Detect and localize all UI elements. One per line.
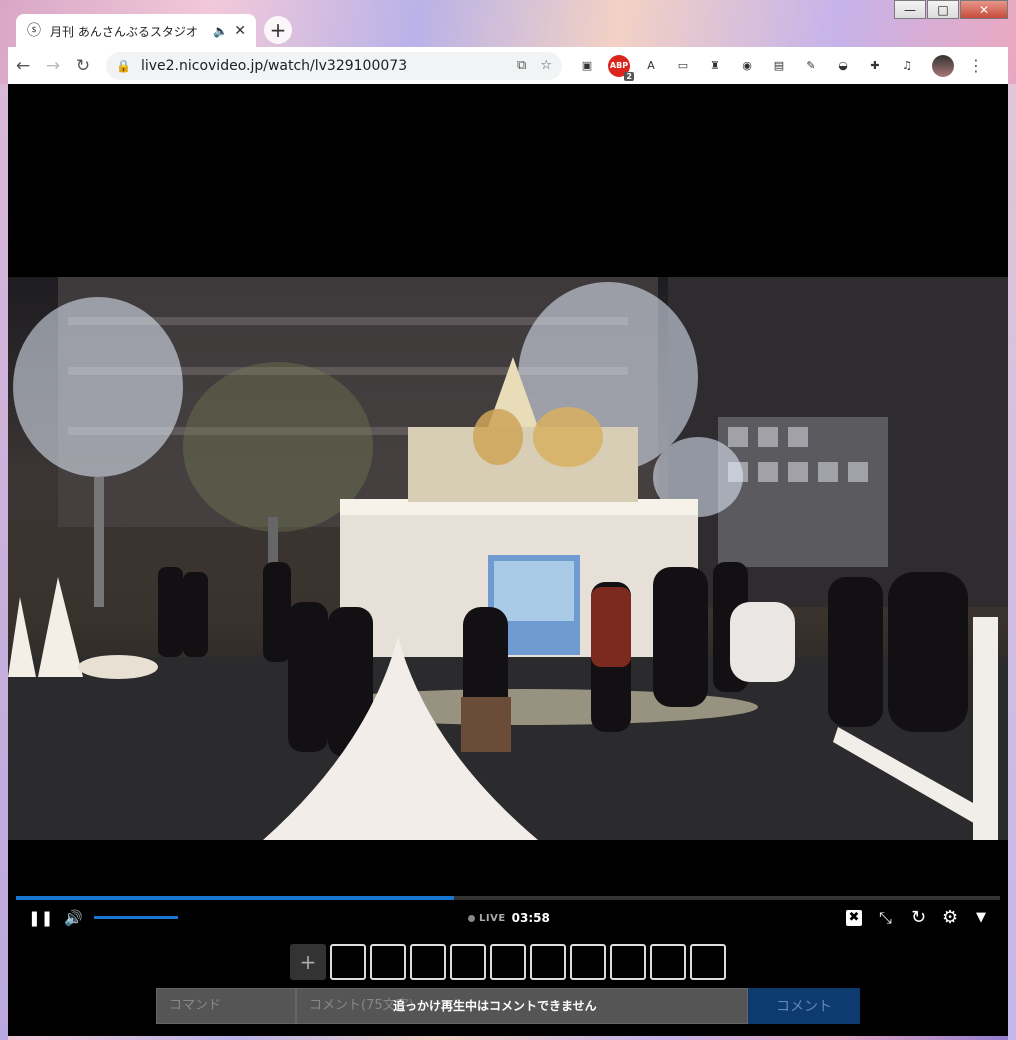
comment-disabled-message: 追っかけ再生中はコメントできません xyxy=(393,999,597,1013)
ext-square-icon[interactable]: ▣ xyxy=(576,55,598,77)
comment-input[interactable]: コメント(75文字) 追っかけ再生中はコメントできません xyxy=(296,988,748,1024)
adblock-icon[interactable]: ABP 2 xyxy=(608,54,634,81)
gift-slot[interactable] xyxy=(690,944,726,980)
gift-slot[interactable] xyxy=(530,944,566,980)
comment-toggle-icon[interactable]: ✖ xyxy=(846,910,862,926)
forward-button[interactable]: → xyxy=(38,56,68,76)
new-tab-button[interactable]: + xyxy=(264,16,292,44)
maximize-button[interactable]: □ xyxy=(927,0,959,19)
window-left-edge xyxy=(0,84,8,1040)
window-controls: — □ ✕ xyxy=(894,0,1008,19)
ext-hat-icon[interactable]: ♜ xyxy=(704,55,726,77)
volume-slider[interactable] xyxy=(94,916,178,919)
video-player: ❚❚ 🔊 ✖ ⤡ ↻ ⚙ ▼ LIVE 03:58 + コマンド コメント(75… xyxy=(8,84,1008,1036)
gift-slot[interactable] xyxy=(610,944,646,980)
live-indicator: LIVE 03:58 xyxy=(468,904,550,932)
settings-gear-icon[interactable]: ⚙ xyxy=(942,904,958,932)
comment-submit-button[interactable]: コメント xyxy=(748,988,860,1024)
gift-bar: + xyxy=(290,944,726,980)
shrink-icon[interactable]: ⤡ xyxy=(879,904,892,932)
gift-slot[interactable] xyxy=(450,944,486,980)
media-list-icon[interactable]: ♫ xyxy=(896,55,918,77)
window-right-edge xyxy=(1008,84,1016,1040)
back-button[interactable]: ← xyxy=(8,56,38,76)
gift-slot[interactable] xyxy=(570,944,606,980)
gift-slot[interactable] xyxy=(650,944,686,980)
lock-icon[interactable]: 🔒 xyxy=(116,59,131,73)
browser-menu-icon[interactable]: ⋮ xyxy=(968,56,984,75)
pause-icon[interactable]: ❚❚ xyxy=(28,904,53,932)
volume-slider-fill xyxy=(94,916,178,919)
browser-toolbar: ← → ↻ 🔒 live2.nicovideo.jp/watch/lv32910… xyxy=(8,47,1008,84)
ext-card-icon[interactable]: ▤ xyxy=(768,55,790,77)
ext-a-icon[interactable]: A xyxy=(640,55,662,77)
gift-slot[interactable] xyxy=(490,944,526,980)
adblock-badge: 2 xyxy=(624,71,634,81)
gift-slot[interactable] xyxy=(370,944,406,980)
ext-disk-icon[interactable]: ◒ xyxy=(832,55,854,77)
gift-slot[interactable] xyxy=(410,944,446,980)
command-input[interactable]: コマンド xyxy=(156,988,296,1024)
bookmark-star-icon[interactable]: ☆ xyxy=(540,58,552,73)
tab-close-button[interactable]: ✕ xyxy=(234,23,246,39)
playback-time: 03:58 xyxy=(511,911,550,925)
video-frame[interactable] xyxy=(8,277,1008,840)
puzzle-icon[interactable]: ✚ xyxy=(864,55,886,77)
seek-bar[interactable] xyxy=(16,896,1000,900)
browser-tab[interactable]: ⓢ 月刊 あんさんぶるスタジオ 🔈 ✕ xyxy=(16,14,256,48)
niconico-icon: ⓢ xyxy=(27,23,41,39)
url-text[interactable]: live2.nicovideo.jp/watch/lv329100073 xyxy=(141,58,503,74)
comment-form: コマンド コメント(75文字) 追っかけ再生中はコメントできません コメント xyxy=(156,988,860,1024)
close-window-button[interactable]: ✕ xyxy=(960,0,1008,19)
add-gift-button[interactable]: + xyxy=(290,944,326,980)
live-label: LIVE xyxy=(479,912,506,924)
video-scene xyxy=(8,277,1008,840)
more-menu-icon[interactable]: ▼ xyxy=(976,904,986,932)
profile-avatar[interactable] xyxy=(932,54,954,77)
reload-stream-icon[interactable]: ↻ xyxy=(911,904,926,932)
ext-circle-icon[interactable]: ◉ xyxy=(736,55,758,77)
ext-ticket-icon[interactable]: ▭ xyxy=(672,55,694,77)
seek-bar-fill xyxy=(16,896,454,900)
extensions-bar: ▣ ABP 2 A ▭ ♜ ◉ ▤ ✎ ◒ ✚ ♫ xyxy=(576,54,928,81)
tab-title: 月刊 あんさんぶるスタジオ xyxy=(50,24,198,39)
reload-button[interactable]: ↻ xyxy=(68,56,98,76)
address-bar[interactable]: 🔒 live2.nicovideo.jp/watch/lv329100073 ⧉… xyxy=(106,51,562,80)
volume-icon[interactable]: 🔊 xyxy=(64,904,83,932)
speaker-icon[interactable]: 🔈 xyxy=(213,24,228,38)
minimize-button[interactable]: — xyxy=(894,0,926,19)
ext-feather-icon[interactable]: ✎ xyxy=(800,55,822,77)
live-dot-icon xyxy=(468,914,475,922)
translate-icon[interactable]: ⧉ xyxy=(517,58,526,73)
gift-slot[interactable] xyxy=(330,944,366,980)
